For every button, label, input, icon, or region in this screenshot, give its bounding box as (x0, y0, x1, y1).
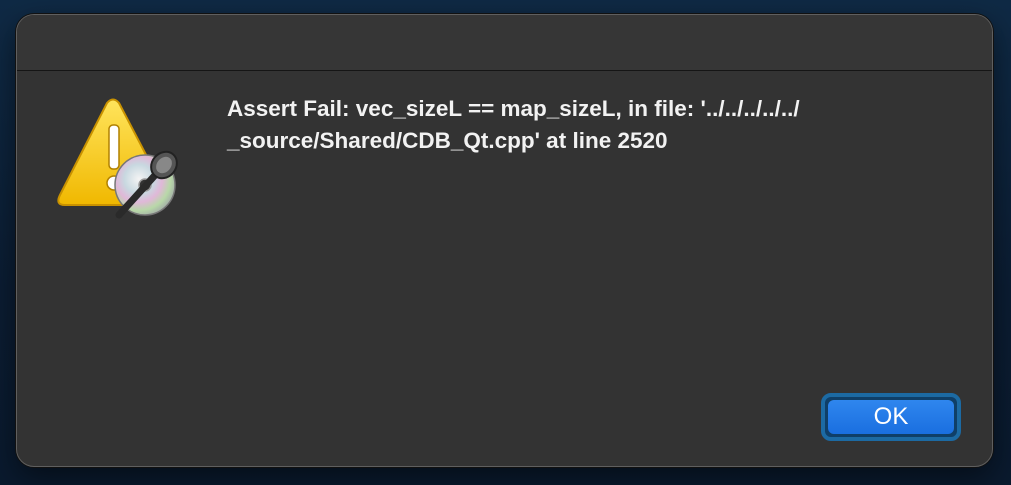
alert-dialog: Assert Fail: vec_sizeL == map_sizeL, in … (16, 14, 993, 467)
alert-message-line-1: Assert Fail: vec_sizeL == map_sizeL, in … (227, 96, 800, 121)
warning-icon (57, 97, 182, 222)
ok-button-label: OK (828, 400, 954, 434)
ok-button[interactable]: OK (821, 393, 961, 441)
alert-message-line-2: _source/Shared/CDB_Qt.cpp' at line 2520 (227, 128, 668, 153)
alert-message: Assert Fail: vec_sizeL == map_sizeL, in … (227, 93, 947, 157)
dialog-titlebar[interactable] (17, 15, 992, 71)
